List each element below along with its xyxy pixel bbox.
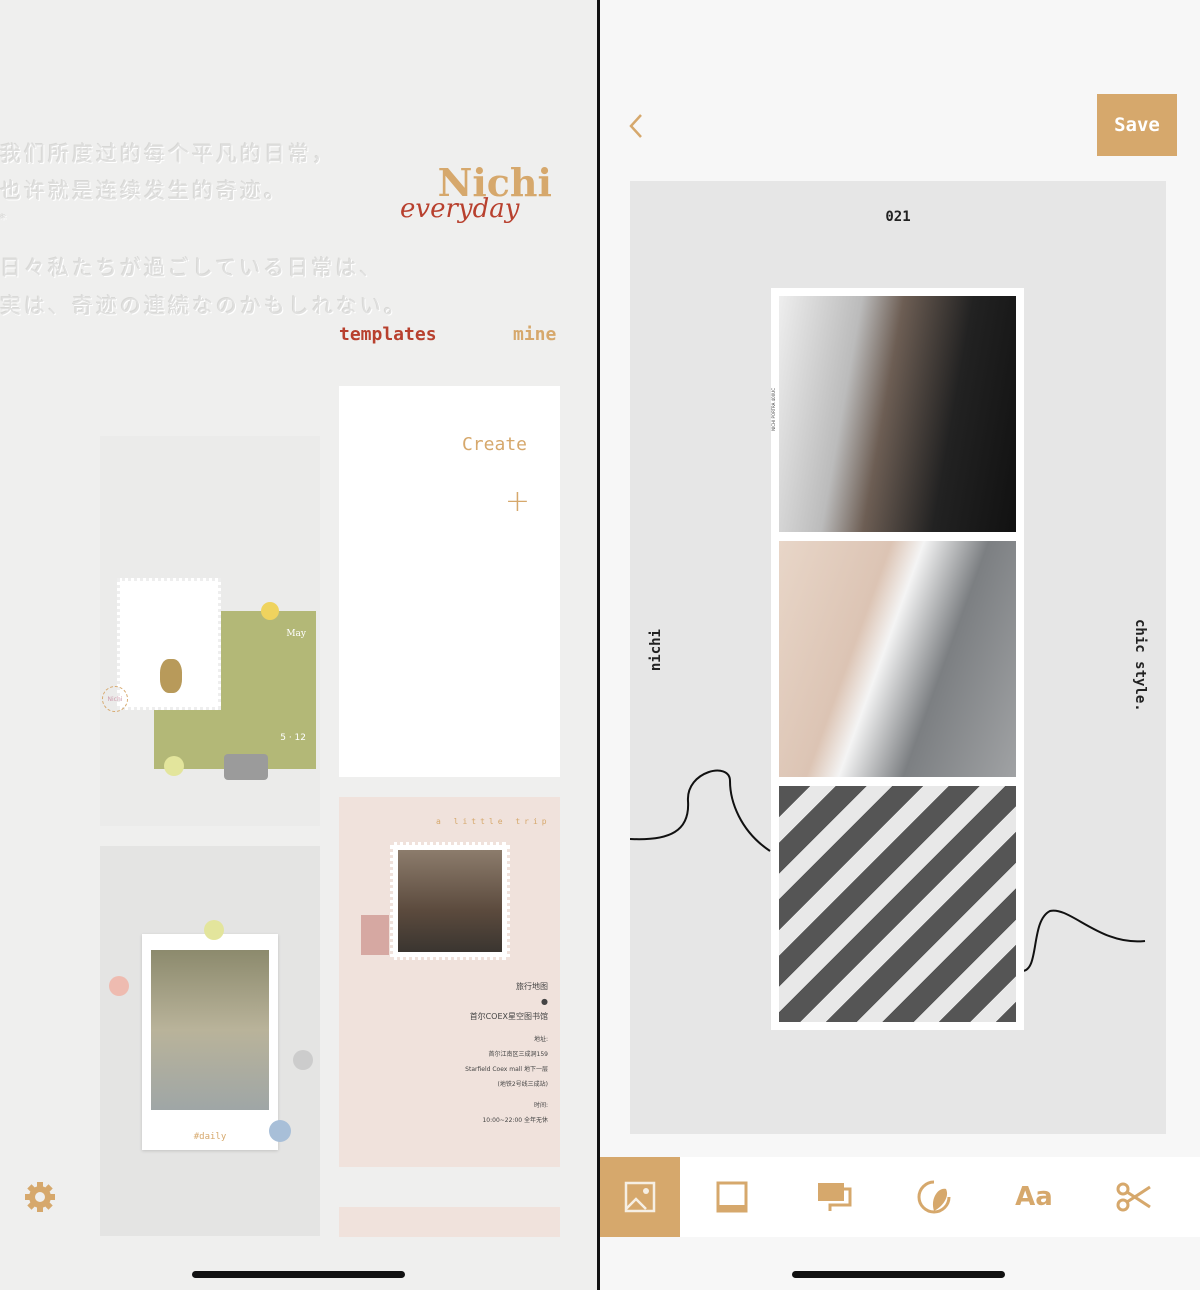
- home-indicator: [792, 1271, 1005, 1278]
- plus-icon: +: [504, 484, 530, 519]
- background-icon[interactable]: [784, 1157, 884, 1237]
- image-icon[interactable]: [600, 1157, 680, 1237]
- camera-sticker: [224, 754, 268, 780]
- tab-templates[interactable]: templates: [339, 324, 437, 345]
- stamp-sticker: [361, 915, 389, 955]
- text-icon[interactable]: Aa: [984, 1157, 1084, 1237]
- poem-line: *: [0, 212, 9, 226]
- dot: [261, 602, 279, 620]
- squiggle-line: [630, 769, 771, 852]
- pineapple-photo: [117, 578, 221, 710]
- scissors-icon[interactable]: [1084, 1157, 1184, 1237]
- dot: [164, 756, 184, 776]
- library-photo: [390, 842, 510, 960]
- trip-title: a little trip: [436, 817, 551, 826]
- film-label: NICHI PORTRA 400UC: [771, 388, 776, 431]
- create-label: Create: [461, 434, 527, 455]
- photo-beach[interactable]: [779, 541, 1016, 777]
- canvas-number: 021: [885, 209, 911, 225]
- photo-portrait[interactable]: [779, 296, 1016, 532]
- template-gallery-screen: 我们所度过的每个平凡的日常， 也许就是连续发生的奇迹。 * 日々私たちが過ごして…: [0, 0, 597, 1290]
- film-strip[interactable]: NICHI PORTRA 400UC: [771, 288, 1024, 1030]
- poem-line: 実は、奇迹の連続なのかもしれない。: [0, 294, 408, 318]
- sticker-icon[interactable]: [884, 1157, 984, 1237]
- poem-line: 也许就是连续发生的奇迹。: [0, 179, 288, 203]
- canvas-left-text: nichi: [648, 629, 664, 672]
- save-button[interactable]: Save: [1097, 94, 1177, 156]
- create-card[interactable]: Create +: [339, 386, 560, 777]
- frame-icon[interactable]: [680, 1157, 784, 1237]
- logo-script: everyday: [400, 194, 520, 224]
- photo-palm-shadow[interactable]: [779, 786, 1016, 1022]
- polaroid: #daily: [142, 934, 278, 1150]
- poem-line: 我们所度过的每个平凡的日常，: [0, 142, 336, 166]
- nichi-logo: Nichi everyday: [400, 160, 560, 240]
- canvas-right-text: chic style.: [1132, 619, 1148, 712]
- template-card-partial[interactable]: [339, 1207, 560, 1237]
- daily-tag: #daily: [193, 1132, 227, 1142]
- trip-notes: 旅行地图 ● 首尔COEX星空图书馆 地址: 首尔江南区三成洞159 Starfie…: [465, 982, 548, 1124]
- home-indicator: [192, 1271, 405, 1278]
- editor-toolbar: Aa: [600, 1157, 1200, 1237]
- gear-icon[interactable]: [22, 1179, 58, 1215]
- polaroid-photo: [151, 950, 269, 1110]
- poem-line: 日々私たちが過ごしている日常は、: [0, 256, 384, 280]
- template-card-trip[interactable]: a little trip 旅行地图 ● 首尔COEX星空图书馆 地址: 首尔江南区…: [339, 797, 560, 1167]
- calendar-date: 5 · 12: [280, 733, 306, 743]
- template-card-daily[interactable]: #daily: [100, 846, 320, 1236]
- tab-mine[interactable]: mine: [513, 324, 556, 345]
- nichi-stamp: Nichi: [102, 686, 128, 712]
- calendar-month: May: [286, 629, 306, 639]
- template-card-calendar[interactable]: May 5 · 12 Nichi: [100, 436, 320, 826]
- squiggle-line: [1021, 909, 1146, 972]
- chevron-left-icon[interactable]: [628, 112, 644, 147]
